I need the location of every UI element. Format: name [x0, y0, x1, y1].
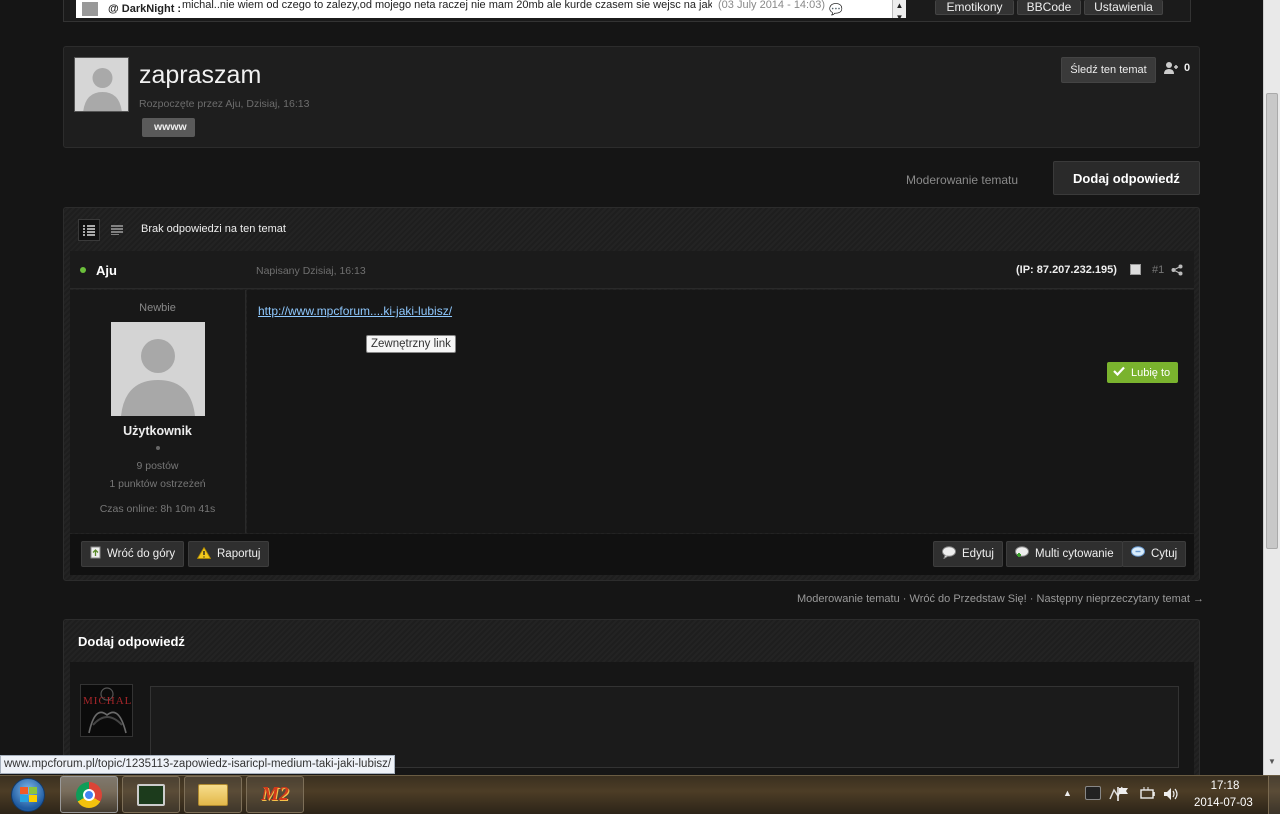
external-link[interactable]: http://www.mpcforum....ki-jaki-lubisz/	[258, 304, 452, 318]
edit-button[interactable]: Edytuj	[933, 541, 1003, 567]
scroll-down-arrow[interactable]: ▼	[1266, 757, 1278, 771]
scroll-arrow-icon[interactable]: ▲ ▼	[892, 0, 906, 18]
chrome-icon	[76, 781, 102, 808]
post-number[interactable]: #1	[1152, 264, 1164, 276]
tab-emotikony[interactable]: Emotikony	[935, 0, 1014, 15]
topic-footer-nav: Moderowanie tematu · Wróć do Przedstaw S…	[797, 593, 1205, 605]
users-icon	[1163, 61, 1179, 75]
author-panel: Newbie Użytkownik 9 postów 1 punktów ost…	[70, 290, 246, 533]
emoticon-icon: 💬	[829, 3, 843, 16]
shoutbox-text: michal..nie wiem od czego to zalezy,od m…	[182, 0, 712, 11]
quote-bubble-icon	[1131, 546, 1145, 562]
shoutbox-message-row: @ DarkNight : michal..nie wiem od czego …	[76, 0, 906, 18]
taskbar-m2-game[interactable]: M2	[246, 776, 304, 813]
check-icon	[1113, 366, 1125, 379]
scrollbar-thumb[interactable]	[1266, 93, 1278, 549]
author-posts[interactable]: 9 postów	[70, 460, 245, 472]
shoutbox-user[interactable]: @ DarkNight :	[108, 3, 182, 15]
author-warnings[interactable]: 1 punktów ostrzeżeń	[70, 478, 245, 490]
topic-header: zapraszam Rozpoczęte przez Aju, Dzisiaj,…	[63, 46, 1200, 148]
multiquote-button[interactable]: Multi cytowanie	[1006, 541, 1123, 567]
no-replies-text: Brak odpowiedzi na ten temat	[141, 223, 286, 235]
author-rep-dot	[155, 446, 160, 450]
like-button[interactable]: Lubię to	[1107, 362, 1178, 383]
link-tooltip: Zewnętrzny link	[366, 335, 456, 353]
topic-started-by: Rozpoczęte przez Aju, Dzisiaj, 16:13	[139, 98, 310, 110]
topic-tag[interactable]: wwww	[142, 118, 195, 137]
view-mode-linear-icon[interactable]	[106, 219, 128, 241]
post-header: Aju Napisany Dzisiaj, 16:13 (IP: 87.207.…	[70, 251, 1194, 289]
author-online-time: Czas online: 8h 10m 41s	[99, 503, 216, 515]
shoutbox-avatar	[82, 2, 98, 16]
topic-starter-avatar[interactable]	[74, 57, 129, 112]
back-to-top-button[interactable]: Wróć do góry	[81, 541, 185, 567]
topic-title: zapraszam	[139, 61, 262, 89]
page-up-icon	[90, 546, 101, 562]
view-mode-threaded-icon[interactable]	[78, 219, 100, 241]
edit-bubble-icon	[942, 546, 956, 562]
windows-logo-icon	[11, 777, 45, 812]
online-status-dot	[80, 267, 86, 273]
post-body: http://www.mpcforum....ki-jaki-lubisz/ Z…	[247, 290, 1194, 533]
status-bar-url: www.mpcforum.pl/topic/1235113-zapowiedz-…	[0, 755, 396, 774]
monitor-icon	[137, 783, 165, 806]
tray-app-icon[interactable]	[1085, 786, 1101, 800]
multiquote-icon	[1015, 546, 1029, 562]
folder-icon	[198, 783, 228, 806]
tray-power-icon[interactable]	[1140, 786, 1156, 805]
show-hidden-icons[interactable]: ▲	[1063, 788, 1072, 798]
m2-logo-icon: M2	[261, 783, 289, 805]
tray-volume-icon[interactable]	[1163, 786, 1179, 805]
clock-date[interactable]: 2014-07-03	[1194, 797, 1253, 809]
current-user-avatar[interactable]: MICHAL	[80, 684, 133, 737]
author-avatar[interactable]	[110, 322, 205, 416]
taskbar-explorer[interactable]	[184, 776, 242, 813]
reply-section-title: Dodaj odpowiedź	[78, 634, 185, 649]
footer-back-link[interactable]: Wróć do Przedstaw Się!	[910, 593, 1027, 605]
tray-action-center-icon[interactable]	[1116, 786, 1130, 805]
post-select-checkbox[interactable]	[1130, 264, 1141, 275]
tab-bbcode[interactable]: BBCode	[1017, 0, 1081, 15]
taskbar-remote-desktop[interactable]	[122, 776, 180, 813]
clock-time[interactable]: 17:18	[1210, 780, 1240, 792]
taskbar-chrome[interactable]	[60, 776, 118, 813]
follow-topic-button[interactable]: Śledź ten temat	[1061, 57, 1156, 83]
avatar-text: MICHAL	[83, 695, 133, 707]
warning-icon	[196, 546, 212, 562]
start-button[interactable]	[6, 776, 50, 813]
post-ip: (IP: 87.207.232.195)	[1016, 264, 1117, 276]
followers-count[interactable]: 0	[1163, 61, 1190, 75]
show-desktop-button[interactable]	[1268, 776, 1280, 814]
footer-next-unread-link[interactable]: Następny nieprzeczytany temat →	[1037, 593, 1205, 605]
author-rank: Newbie	[139, 302, 176, 314]
post-container: Brak odpowiedzi na ten temat Aju Napisan…	[63, 207, 1200, 581]
shoutbox-time: (03 July 2014 - 14:03)	[718, 0, 826, 11]
quote-button[interactable]: Cytuj	[1122, 541, 1187, 567]
share-icon[interactable]	[1171, 264, 1183, 279]
moderate-topic-link[interactable]: Moderowanie tematu	[906, 173, 1018, 187]
post-author[interactable]: Aju	[96, 263, 117, 278]
scrollbar[interactable]: ▼	[1263, 0, 1280, 775]
post-date: Napisany Dzisiaj, 16:13	[256, 265, 366, 277]
add-reply-button[interactable]: Dodaj odpowiedź	[1053, 161, 1200, 195]
tab-ustawienia[interactable]: Ustawienia	[1084, 0, 1163, 15]
author-group: Użytkownik	[123, 424, 192, 438]
footer-moderate-link[interactable]: Moderowanie tematu	[797, 593, 900, 605]
report-button[interactable]: Raportuj	[188, 541, 270, 567]
